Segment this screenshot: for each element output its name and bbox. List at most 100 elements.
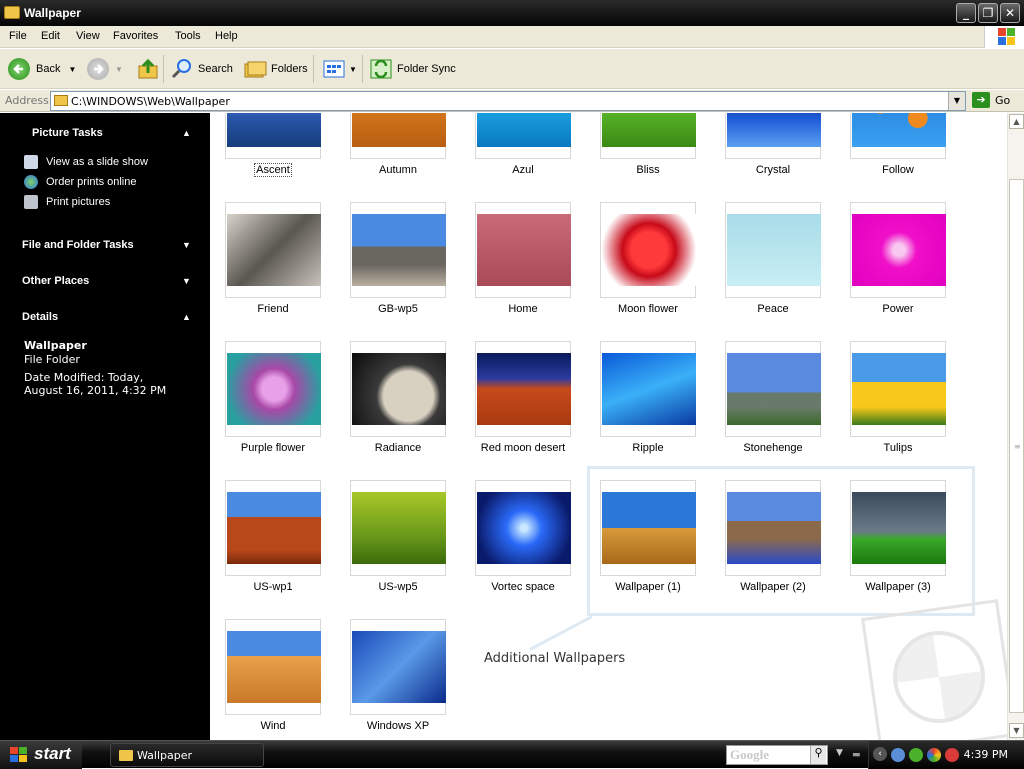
address-dropdown-icon[interactable]: ▼	[948, 92, 965, 110]
thumbnail[interactable]	[225, 202, 321, 298]
file-name[interactable]: Purple flower	[210, 442, 336, 454]
back-dropdown-icon[interactable]: ▼	[68, 65, 76, 74]
scroll-thumb[interactable]: ≡	[1009, 179, 1024, 713]
taskbar-item-wallpaper[interactable]: Wallpaper	[110, 743, 264, 767]
thumbnail[interactable]	[850, 202, 946, 298]
thumbnail[interactable]	[350, 202, 446, 298]
close-button[interactable]: ✕	[1000, 3, 1020, 23]
network-icon[interactable]	[891, 748, 905, 762]
expand-icon[interactable]: ▼	[182, 240, 191, 250]
thumbnail[interactable]	[350, 480, 446, 576]
thumbnail[interactable]	[350, 619, 446, 715]
back-button[interactable]: Back ▼	[8, 57, 76, 81]
file-name[interactable]: Azul	[460, 164, 586, 176]
picture-tasks-header[interactable]: Picture Tasks ▲	[10, 123, 220, 145]
file-name[interactable]: Friend	[210, 303, 336, 315]
thumbnail[interactable]	[475, 202, 571, 298]
antivirus-icon[interactable]	[945, 748, 959, 762]
restore-button[interactable]: ❐	[978, 3, 998, 23]
security-icon[interactable]	[909, 748, 923, 762]
menu-favorites[interactable]: Favorites	[113, 30, 158, 42]
order-prints-link[interactable]: Order prints online	[24, 174, 137, 190]
file-name[interactable]: Ascent	[210, 163, 336, 177]
views-button[interactable]: ▼	[322, 57, 357, 81]
file-name[interactable]: Autumn	[335, 164, 461, 176]
file-name[interactable]: Bliss	[585, 164, 711, 176]
thumbnail[interactable]	[475, 341, 571, 437]
thumbnail[interactable]	[725, 113, 821, 159]
thumbnail[interactable]	[725, 341, 821, 437]
file-name[interactable]: Wind	[210, 720, 336, 732]
vertical-scrollbar[interactable]: ▲ ≡ ▼	[1007, 113, 1024, 740]
thumbnail[interactable]	[600, 113, 696, 159]
thumbnail[interactable]	[225, 619, 321, 715]
file-name[interactable]: Windows XP	[335, 720, 461, 732]
go-button[interactable]: ➔ Go	[972, 92, 1010, 108]
file-name[interactable]: GB-wp5	[335, 303, 461, 315]
menu-file[interactable]: File	[9, 30, 27, 42]
thumbnail[interactable]	[225, 113, 321, 159]
scroll-up-button[interactable]: ▲	[1009, 114, 1024, 129]
minimize-button[interactable]: _	[956, 3, 976, 23]
up-folder-button[interactable]	[136, 57, 160, 81]
file-name[interactable]: Moon flower	[585, 303, 711, 315]
file-name[interactable]: Stonehenge	[710, 442, 836, 454]
file-name[interactable]: Vortec space	[460, 581, 586, 593]
thumbnail[interactable]	[350, 113, 446, 159]
file-name[interactable]: US-wp1	[210, 581, 336, 593]
file-name[interactable]: Tulips	[835, 442, 961, 454]
thumbnail[interactable]	[600, 341, 696, 437]
menu-edit[interactable]: Edit	[41, 30, 60, 42]
file-name[interactable]: Home	[460, 303, 586, 315]
file-folder-tasks-header[interactable]: File and Folder Tasks ▼	[0, 235, 210, 257]
back-arrow-icon	[8, 58, 30, 80]
menu-tools[interactable]: Tools	[175, 30, 201, 42]
deskbar-dropdown-icon[interactable]: ▼	[836, 748, 843, 758]
scroll-down-button[interactable]: ▼	[1009, 723, 1024, 738]
search-icon[interactable]: ⚲	[810, 746, 826, 764]
tray-expand-icon[interactable]: ‹	[873, 747, 887, 761]
folders-button[interactable]: Folders	[243, 57, 308, 81]
file-name[interactable]: Ripple	[585, 442, 711, 454]
file-name[interactable]: Crystal	[710, 164, 836, 176]
deskbar-menu-icon[interactable]: ▬	[852, 750, 861, 760]
print-pictures-link[interactable]: Print pictures	[24, 194, 110, 210]
google-search-box[interactable]: Google ⚲	[726, 745, 828, 765]
title-bar[interactable]: Wallpaper _ ❐ ✕	[0, 0, 1024, 26]
file-name[interactable]: Follow	[835, 164, 961, 176]
collapse-icon[interactable]: ▲	[182, 312, 191, 322]
thumbnail[interactable]	[475, 480, 571, 576]
thumbnail[interactable]	[850, 341, 946, 437]
file-name[interactable]: Peace	[710, 303, 836, 315]
forward-dropdown-icon[interactable]: ▼	[115, 65, 123, 74]
address-input[interactable]: C:\WINDOWS\Web\Wallpaper ▼	[50, 91, 966, 111]
forward-button[interactable]: ▼	[87, 57, 123, 81]
thumbnail[interactable]	[225, 480, 321, 576]
file-name[interactable]: Power	[835, 303, 961, 315]
file-name[interactable]: US-wp5	[335, 581, 461, 593]
start-button[interactable]: start	[0, 741, 82, 769]
thumbnail[interactable]	[350, 341, 446, 437]
other-places-header[interactable]: Other Places ▼	[0, 271, 210, 293]
thumbnail[interactable]	[475, 113, 571, 159]
toolbar-separator	[362, 55, 363, 83]
folders-label: Folders	[271, 63, 308, 75]
views-dropdown-icon[interactable]: ▼	[349, 65, 357, 74]
thumbnail[interactable]	[600, 202, 696, 298]
menu-help[interactable]: Help	[215, 30, 238, 42]
expand-icon[interactable]: ▼	[182, 276, 191, 286]
chrome-icon[interactable]	[927, 748, 941, 762]
folder-sync-button[interactable]: Folder Sync	[369, 57, 456, 81]
collapse-icon[interactable]: ▲	[182, 128, 191, 138]
thumbnail[interactable]	[725, 202, 821, 298]
thumbnail-image	[602, 113, 696, 147]
folder-icon	[4, 6, 20, 19]
file-name[interactable]: Red moon desert	[460, 442, 586, 454]
thumbnail[interactable]	[225, 341, 321, 437]
slideshow-link[interactable]: View as a slide show	[24, 154, 148, 170]
thumbnail[interactable]	[850, 113, 946, 159]
details-header[interactable]: Details ▲	[0, 307, 210, 329]
menu-view[interactable]: View	[76, 30, 100, 42]
search-button[interactable]: Search	[170, 57, 233, 81]
file-name[interactable]: Radiance	[335, 442, 461, 454]
